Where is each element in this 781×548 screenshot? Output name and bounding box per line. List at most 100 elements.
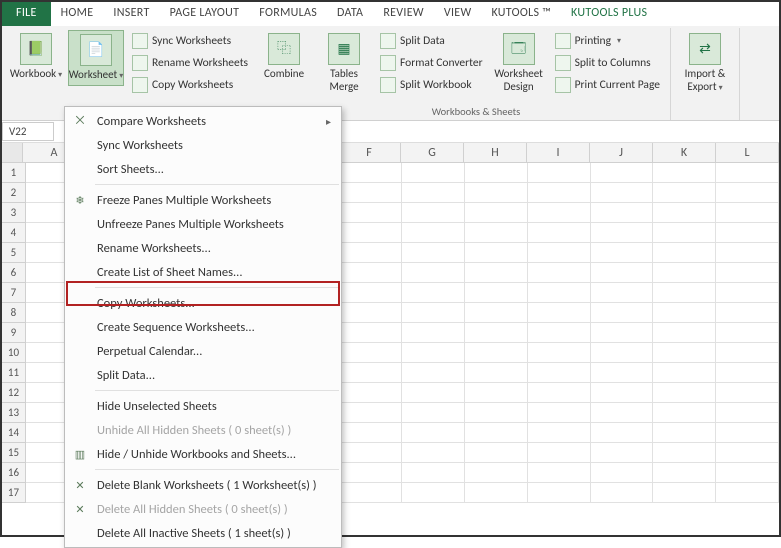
cell[interactable] [340, 323, 403, 343]
cell[interactable] [716, 283, 779, 303]
cell[interactable] [653, 383, 716, 403]
row-header[interactable]: 3 [2, 203, 26, 223]
worksheet-design-button[interactable]: 🗔 Worksheet Design [491, 30, 547, 96]
cell[interactable] [653, 363, 716, 383]
tab-home[interactable]: HOME [51, 2, 104, 26]
cell[interactable] [340, 243, 403, 263]
cell[interactable] [591, 323, 654, 343]
tables-merge-button[interactable]: ▦ Tables Merge [316, 30, 372, 96]
cell[interactable] [653, 163, 716, 183]
cell[interactable] [340, 463, 403, 483]
cell[interactable] [340, 403, 403, 423]
copy-worksheets-button[interactable]: Copy Worksheets [128, 74, 252, 95]
column-header[interactable]: G [401, 143, 464, 163]
rename-worksheets-button[interactable]: Rename Worksheets [128, 52, 252, 73]
cell[interactable] [402, 163, 465, 183]
cell[interactable] [591, 203, 654, 223]
cell[interactable] [465, 323, 528, 343]
row-header[interactable]: 7 [2, 283, 26, 303]
cell[interactable] [591, 303, 654, 323]
column-header[interactable]: K [653, 143, 716, 163]
cell[interactable] [716, 383, 779, 403]
cell[interactable] [528, 463, 591, 483]
row-header[interactable]: 16 [2, 463, 26, 483]
cell[interactable] [591, 403, 654, 423]
menu-unfreeze-panes[interactable]: Unfreeze Panes Multiple Worksheets [65, 212, 341, 236]
menu-rename-worksheets[interactable]: Rename Worksheets... [65, 236, 341, 260]
cell[interactable] [465, 383, 528, 403]
cell[interactable] [716, 243, 779, 263]
print-current-button[interactable]: Print Current Page [551, 74, 664, 95]
cell[interactable] [528, 223, 591, 243]
cell[interactable] [402, 203, 465, 223]
name-box[interactable] [2, 122, 54, 141]
column-header[interactable]: J [590, 143, 653, 163]
cell[interactable] [402, 383, 465, 403]
column-header[interactable]: L [716, 143, 779, 163]
menu-sync-worksheets[interactable]: Sync Worksheets [65, 133, 341, 157]
cell[interactable] [591, 463, 654, 483]
menu-compare-worksheets[interactable]: ⨉Compare Worksheets▸ [65, 109, 341, 133]
cell[interactable] [402, 483, 465, 503]
cell[interactable] [716, 163, 779, 183]
cell[interactable] [653, 483, 716, 503]
printing-button[interactable]: Printing [551, 30, 664, 51]
cell[interactable] [716, 483, 779, 503]
row-header[interactable]: 4 [2, 223, 26, 243]
cell[interactable] [465, 423, 528, 443]
cell[interactable] [716, 203, 779, 223]
tab-page-layout[interactable]: PAGE LAYOUT [160, 2, 250, 26]
cell[interactable] [340, 203, 403, 223]
cell[interactable] [402, 463, 465, 483]
format-converter-button[interactable]: Format Converter [376, 52, 487, 73]
cell[interactable] [402, 403, 465, 423]
cell[interactable] [340, 303, 403, 323]
cell[interactable] [716, 303, 779, 323]
menu-perpetual-calendar[interactable]: Perpetual Calendar... [65, 339, 341, 363]
cell[interactable] [465, 363, 528, 383]
cell[interactable] [716, 183, 779, 203]
workbook-button[interactable]: 📗 Workbook [8, 30, 64, 84]
row-header[interactable]: 10 [2, 343, 26, 363]
cell[interactable] [716, 343, 779, 363]
cell[interactable] [402, 183, 465, 203]
cell[interactable] [402, 363, 465, 383]
row-header[interactable]: 15 [2, 443, 26, 463]
cell[interactable] [591, 283, 654, 303]
row-header[interactable]: 9 [2, 323, 26, 343]
cell[interactable] [402, 243, 465, 263]
cell[interactable] [465, 203, 528, 223]
menu-hide-unselected[interactable]: Hide Unselected Sheets [65, 394, 341, 418]
row-header[interactable]: 5 [2, 243, 26, 263]
row-header[interactable]: 2 [2, 183, 26, 203]
tab-kutools[interactable]: KUTOOLS ™ [481, 2, 561, 26]
cell[interactable] [465, 183, 528, 203]
cell[interactable] [402, 303, 465, 323]
cell[interactable] [716, 403, 779, 423]
cell[interactable] [528, 443, 591, 463]
menu-create-list[interactable]: Create List of Sheet Names... [65, 260, 341, 284]
cell[interactable] [528, 263, 591, 283]
cell[interactable] [340, 163, 403, 183]
tab-formulas[interactable]: FORMULAS [249, 2, 327, 26]
cell[interactable] [716, 263, 779, 283]
cell[interactable] [528, 483, 591, 503]
cell[interactable] [716, 363, 779, 383]
cell[interactable] [528, 203, 591, 223]
cell[interactable] [340, 383, 403, 403]
cell[interactable] [528, 363, 591, 383]
cell[interactable] [591, 243, 654, 263]
cell[interactable] [528, 283, 591, 303]
cell[interactable] [716, 443, 779, 463]
split-data-button[interactable]: Split Data [376, 30, 487, 51]
menu-sort-sheets[interactable]: Sort Sheets... [65, 157, 341, 181]
cell[interactable] [653, 463, 716, 483]
row-header[interactable]: 8 [2, 303, 26, 323]
cell[interactable] [653, 203, 716, 223]
cell[interactable] [340, 443, 403, 463]
cell[interactable] [653, 323, 716, 343]
cell[interactable] [340, 363, 403, 383]
tab-review[interactable]: REVIEW [373, 2, 434, 26]
cell[interactable] [465, 243, 528, 263]
row-header[interactable]: 14 [2, 423, 26, 443]
